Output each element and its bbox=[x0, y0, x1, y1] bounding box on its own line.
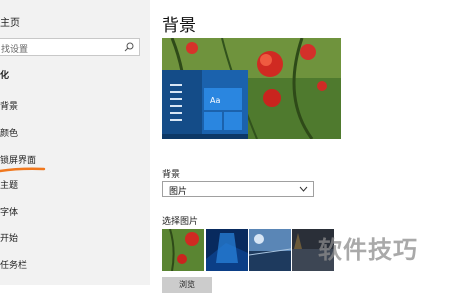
thumbnail-image bbox=[206, 229, 248, 271]
page-title: 背景 bbox=[162, 16, 196, 36]
search-icon[interactable] bbox=[124, 42, 134, 52]
annotation-underline bbox=[0, 167, 46, 173]
sidebar-item-background[interactable]: 背景 bbox=[0, 99, 18, 112]
picture-thumbnail-2[interactable] bbox=[206, 229, 248, 271]
picture-thumbnail-1[interactable] bbox=[162, 229, 204, 271]
section-title: 化 bbox=[0, 71, 10, 81]
search-box[interactable]: 找设置 bbox=[0, 38, 140, 56]
background-type-dropdown[interactable]: 图片 bbox=[162, 181, 314, 197]
sidebar-home-label[interactable]: 主页 bbox=[0, 14, 20, 29]
thumbnail-image bbox=[162, 229, 204, 271]
sidebar: 主页 找设置 化 背景 颜色 锁屏界面 主题 字体 开始 任务栏 bbox=[0, 0, 150, 285]
preview-sample-text: Aa bbox=[210, 96, 221, 105]
picture-thumbnail-3[interactable] bbox=[249, 229, 291, 271]
sidebar-item-start[interactable]: 开始 bbox=[0, 231, 18, 244]
sidebar-item-lockscreen[interactable]: 锁屏界面 bbox=[0, 153, 36, 166]
preview-image bbox=[162, 38, 341, 139]
sidebar-item-themes[interactable]: 主题 bbox=[0, 178, 18, 191]
background-preview: Aa bbox=[162, 38, 341, 139]
search-input[interactable]: 找设置 bbox=[1, 42, 28, 55]
sidebar-item-taskbar[interactable]: 任务栏 bbox=[0, 258, 27, 271]
chevron-down-icon bbox=[299, 186, 308, 192]
watermark-text: 软件技巧 bbox=[318, 236, 418, 264]
thumbnail-image bbox=[249, 229, 291, 271]
background-label: 背景 bbox=[162, 170, 181, 180]
sidebar-item-fonts[interactable]: 字体 bbox=[0, 205, 18, 218]
dropdown-value: 图片 bbox=[169, 187, 188, 197]
choose-picture-label: 选择图片 bbox=[162, 217, 199, 227]
sidebar-item-colors[interactable]: 颜色 bbox=[0, 126, 18, 139]
browse-button[interactable]: 浏览 bbox=[162, 277, 212, 293]
